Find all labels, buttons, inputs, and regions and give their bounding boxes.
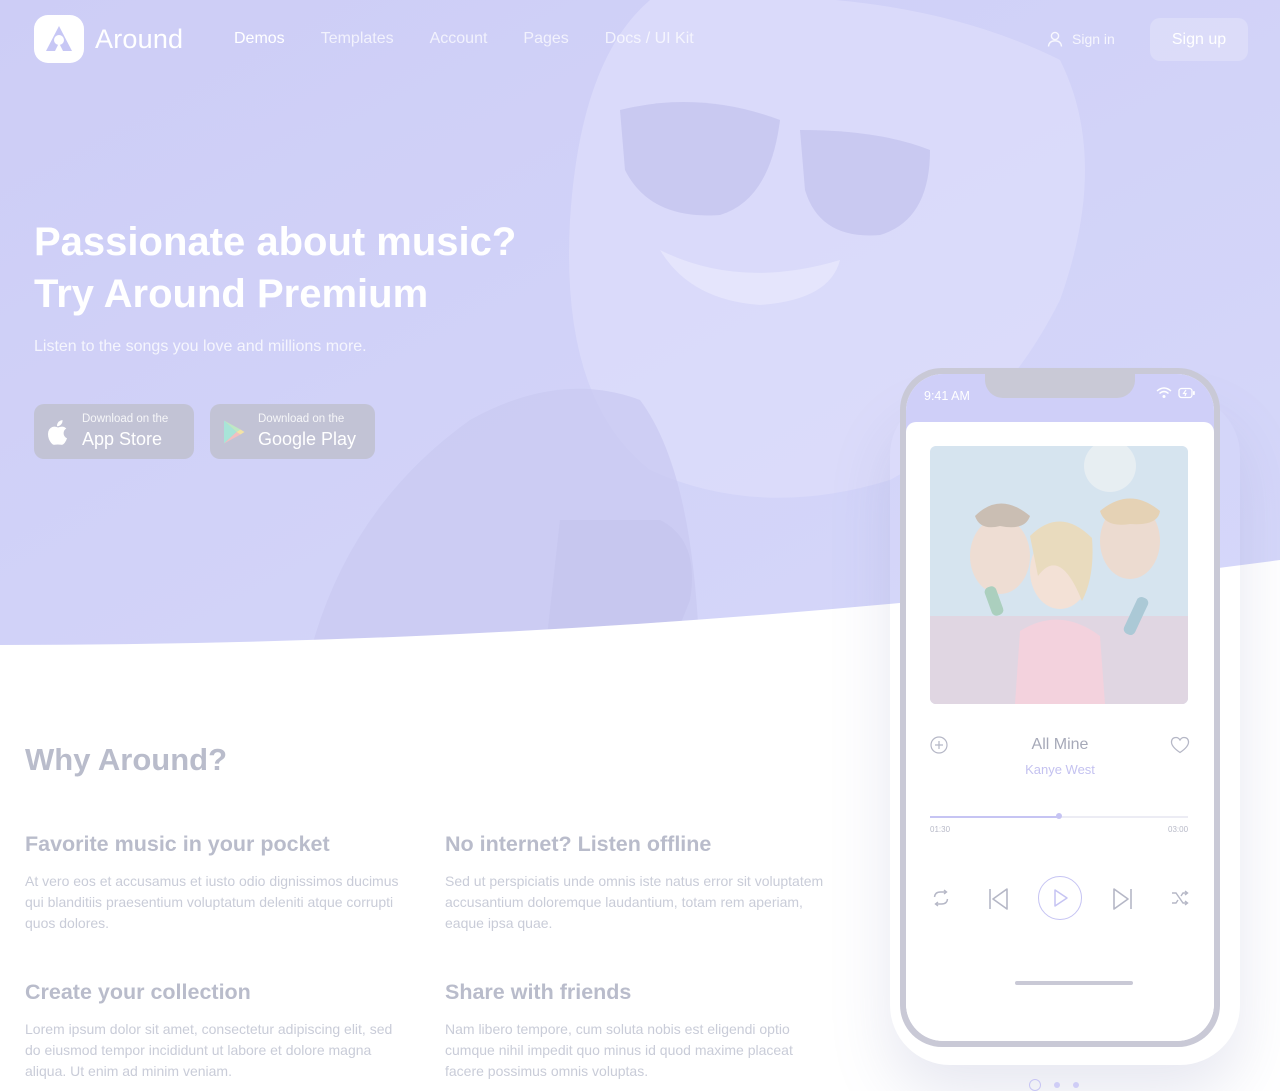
progress-knob[interactable]: [1056, 813, 1062, 819]
status-icons: [1156, 387, 1196, 399]
nav-item-templates[interactable]: Templates: [321, 30, 394, 48]
feature-title: No internet? Listen offline: [445, 832, 712, 856]
sign-in-label: Sign in: [1072, 31, 1115, 47]
play-button[interactable]: [1038, 876, 1082, 920]
app-store-button[interactable]: Download on the App Store: [34, 404, 194, 459]
carousel-dot[interactable]: [1073, 1082, 1079, 1088]
repeat-icon: [933, 889, 949, 907]
battery-icon: [1178, 387, 1195, 399]
like-button[interactable]: [1170, 736, 1190, 759]
carousel-dot[interactable]: [1029, 1079, 1041, 1091]
hero-title-line-1: Passionate about music?: [34, 220, 517, 264]
heart-icon: [1170, 736, 1190, 754]
total-time: 03:00: [1168, 825, 1189, 834]
google-play-caption: Download on the: [258, 413, 345, 425]
apple-icon: [48, 419, 67, 445]
app-store-label: App Store: [82, 429, 163, 449]
elapsed-time: 01:30: [930, 825, 951, 834]
main-menu: Demos Templates Account Pages Docs / UI …: [234, 30, 694, 48]
feature-title: Share with friends: [445, 980, 632, 1004]
navbar: Around Demos Templates Account Pages Doc…: [0, 0, 1280, 80]
feature-text: Lorem ipsum dolor sit amet, consectetur …: [25, 1021, 393, 1079]
google-play-icon: [224, 420, 245, 443]
skip-back-icon: [989, 888, 1008, 910]
feature-text: Nam libero tempore, cum soluta nobis est…: [445, 1021, 793, 1079]
phone-mockup: 9:41 AM All Mine Kanye West 01:30 03:00: [900, 368, 1220, 1047]
why-section-title: Why Around?: [25, 742, 228, 777]
brand-logo[interactable]: Around: [34, 15, 183, 63]
feature-title: Favorite music in your pocket: [25, 832, 330, 856]
feature-item: Create your collection Lorem ipsum dolor…: [25, 979, 405, 1082]
status-time: 9:41 AM: [924, 389, 970, 403]
play-icon: [1054, 889, 1068, 907]
next-button[interactable]: [1111, 887, 1135, 911]
nav-item-account[interactable]: Account: [430, 30, 488, 48]
feature-text: Sed ut perspiciatis unde omnis iste natu…: [445, 873, 824, 931]
logo-mark-icon: [34, 15, 84, 63]
progress-slider[interactable]: [930, 813, 1188, 819]
google-play-label: Google Play: [258, 429, 357, 449]
hero-title: Passionate about music? Try Around Premi…: [34, 216, 654, 320]
progress-fill: [930, 816, 1059, 818]
carousel-dots: [1029, 1079, 1079, 1091]
nav-item-docs[interactable]: Docs / UI Kit: [605, 30, 694, 48]
wifi-icon: [1156, 387, 1172, 398]
nav-item-pages[interactable]: Pages: [523, 30, 568, 48]
google-play-button[interactable]: Download on the Google Play: [210, 404, 375, 459]
shuffle-button[interactable]: [1170, 890, 1190, 906]
skip-forward-icon: [1113, 888, 1132, 910]
app-store-caption: Download on the: [82, 413, 169, 425]
song-artist[interactable]: Kanye West: [906, 762, 1214, 777]
carousel-dot[interactable]: [1054, 1082, 1060, 1088]
player-screen: All Mine Kanye West 01:30 03:00: [906, 422, 1214, 1041]
song-title: All Mine: [1031, 736, 1089, 753]
feature-text: At vero eos et accusamus et iusto odio d…: [25, 873, 399, 931]
hero-subtitle: Listen to the songs you love and million…: [34, 338, 367, 355]
repeat-button[interactable]: [930, 889, 952, 907]
feature-item: No internet? Listen offline Sed ut persp…: [445, 831, 825, 934]
feature-item: Share with friends Nam libero tempore, c…: [445, 979, 825, 1082]
phone-screen: 9:41 AM All Mine Kanye West 01:30 03:00: [906, 374, 1214, 1041]
phone-notch: [985, 374, 1135, 398]
shuffle-icon: [1172, 890, 1189, 906]
google-play-text: Download on the Google Play: [258, 413, 356, 450]
sign-in-link[interactable]: Sign in: [1046, 30, 1115, 48]
previous-button[interactable]: [986, 887, 1010, 911]
nav-item-demos[interactable]: Demos: [234, 30, 285, 48]
home-indicator: [1015, 981, 1133, 985]
feature-title: Create your collection: [25, 980, 251, 1004]
album-cover-image: [930, 446, 1188, 704]
hero-title-line-2: Try Around Premium: [34, 272, 429, 316]
feature-item: Favorite music in your pocket At vero eo…: [25, 831, 405, 934]
sign-up-button[interactable]: Sign up: [1150, 18, 1248, 61]
app-store-text: Download on the App Store: [82, 413, 168, 450]
brand-name: Around: [95, 23, 184, 54]
user-icon: [1047, 31, 1063, 47]
